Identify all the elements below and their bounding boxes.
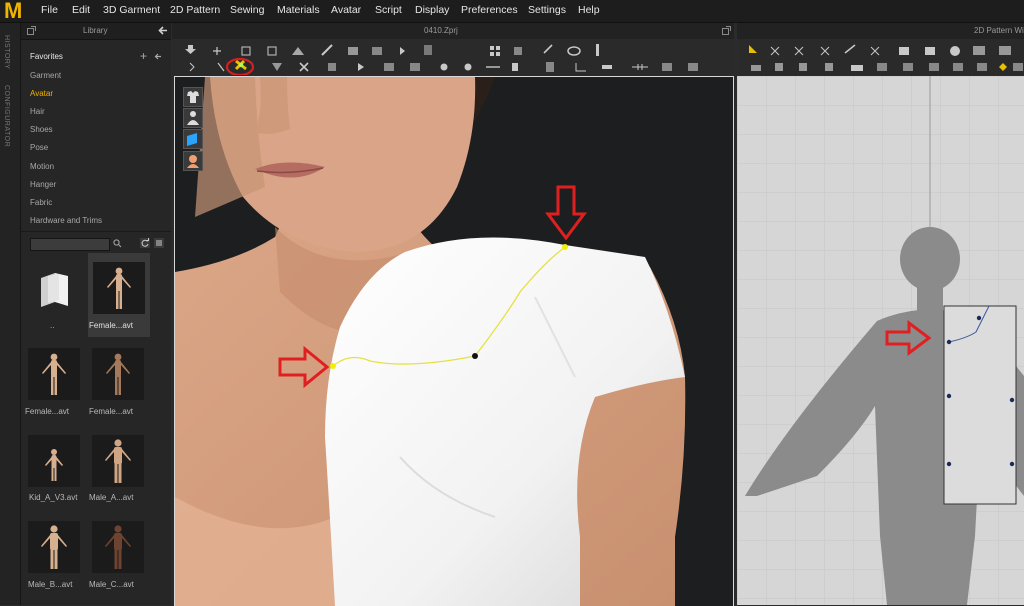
3d-toolbar-icons[interactable]: [172, 39, 734, 77]
3d-viewport[interactable]: [174, 76, 734, 606]
menu-sewing[interactable]: Sewing: [230, 4, 264, 16]
2d-toolbar-icons[interactable]: [737, 39, 1024, 75]
avatar-thumbnail: [106, 353, 130, 395]
collapse-favorites-icon[interactable]: [154, 53, 162, 60]
shirt-view-icon[interactable]: [183, 87, 203, 107]
collapse-icon[interactable]: [158, 26, 168, 35]
library-item-avatar[interactable]: [92, 348, 144, 400]
category-favorites[interactable]: Favorites: [30, 52, 63, 61]
library-item-parent-folder[interactable]: [28, 262, 80, 314]
seam-point: [562, 244, 568, 250]
avatar-thumbnail: [107, 267, 131, 309]
menu-script[interactable]: Script: [375, 4, 402, 16]
menu-2d-pattern[interactable]: 2D Pattern: [170, 4, 220, 16]
2d-pattern-canvas: [737, 76, 1024, 605]
menu-bar: M File Edit 3D Garment 2D Pattern Sewing…: [0, 0, 1024, 23]
refresh-icon[interactable]: [140, 238, 150, 248]
category-fabric[interactable]: Fabric: [30, 198, 52, 207]
side-tab-configurator[interactable]: CONFIGURATOR: [3, 85, 10, 147]
list-view-icon[interactable]: [154, 238, 164, 248]
library-item-avatar[interactable]: [93, 262, 145, 314]
menu-edit[interactable]: Edit: [72, 4, 90, 16]
menu-settings[interactable]: Settings: [528, 4, 566, 16]
category-garment[interactable]: Garment: [30, 71, 61, 80]
category-motion[interactable]: Motion: [30, 162, 54, 171]
menu-materials[interactable]: Materials: [277, 4, 320, 16]
3d-toolbar: [172, 39, 734, 77]
library-header: Library: [21, 23, 171, 40]
library-item-avatar[interactable]: [92, 435, 144, 487]
sewing-tool-icon: [234, 59, 247, 71]
library-item-label: Male_A...avt: [89, 493, 134, 502]
avatar-thumbnail: [41, 525, 67, 569]
library-item-label: Female...avt: [89, 321, 134, 330]
skin-view-icon[interactable]: [183, 151, 203, 171]
pattern-piece: [943, 305, 1017, 505]
window-icon[interactable]: [27, 26, 36, 35]
side-tab-history[interactable]: HISTORY: [3, 35, 10, 69]
2d-window-header: 2D Pattern Wi: [737, 23, 1024, 40]
library-item-label: Kid_A_V3.avt: [29, 493, 78, 502]
menu-file[interactable]: File: [41, 4, 58, 16]
library-item-label: Female...avt: [89, 407, 134, 416]
category-hardware-and-trims[interactable]: Hardware and Trims: [30, 216, 102, 225]
3d-scene: [175, 77, 733, 606]
app-logo: M: [4, 0, 23, 23]
seam-point: [330, 363, 336, 369]
library-item-avatar[interactable]: [92, 521, 144, 573]
library-title: Library: [83, 26, 108, 35]
add-icon[interactable]: +: [140, 49, 147, 63]
library-item-label: ..: [50, 321, 55, 330]
category-shoes[interactable]: Shoes: [30, 125, 53, 134]
menu-preferences[interactable]: Preferences: [461, 4, 518, 16]
search-icon[interactable]: [113, 239, 122, 248]
divider: [21, 231, 171, 232]
menu-help[interactable]: Help: [578, 4, 600, 16]
menu-avatar[interactable]: Avatar: [331, 4, 361, 16]
avatar-thumbnail: [42, 353, 66, 395]
library-item-label: Male_B...avt: [28, 580, 73, 589]
folder-icon: [41, 273, 68, 307]
library-item-avatar[interactable]: [28, 348, 80, 400]
menu-display[interactable]: Display: [415, 4, 449, 16]
category-hanger[interactable]: Hanger: [30, 180, 56, 189]
category-avatar[interactable]: Avatar: [30, 89, 53, 98]
library-item-avatar[interactable]: [28, 435, 80, 487]
3d-window-title: 0410.Zprj: [424, 26, 458, 35]
category-pose[interactable]: Pose: [30, 143, 48, 152]
window-icon[interactable]: [722, 26, 731, 35]
avatar-thumbnail: [105, 439, 131, 483]
library-item-label: Male_C...avt: [89, 580, 134, 589]
seam-point: [472, 353, 478, 359]
avatar-view-icon[interactable]: [183, 108, 203, 128]
fabric-view-icon[interactable]: [183, 129, 203, 149]
library-panel: Library Favorites + Garment Avatar Hair …: [21, 23, 171, 605]
side-tab-strip: HISTORY CONFIGURATOR: [0, 23, 21, 605]
avatar-thumbnail: [105, 525, 131, 569]
library-item-label: Female...avt: [25, 407, 70, 416]
library-item-avatar[interactable]: [28, 521, 80, 573]
category-hair[interactable]: Hair: [30, 107, 45, 116]
avatar-thumbnail: [45, 449, 63, 481]
2d-pattern-viewport[interactable]: [737, 76, 1024, 605]
2d-toolbar: [737, 39, 1024, 75]
library-search-input[interactable]: [30, 238, 110, 251]
menu-3d-garment[interactable]: 3D Garment: [103, 4, 160, 16]
3d-window-header: 0410.Zprj: [172, 23, 734, 40]
2d-window-title: 2D Pattern Wi: [974, 26, 1024, 35]
